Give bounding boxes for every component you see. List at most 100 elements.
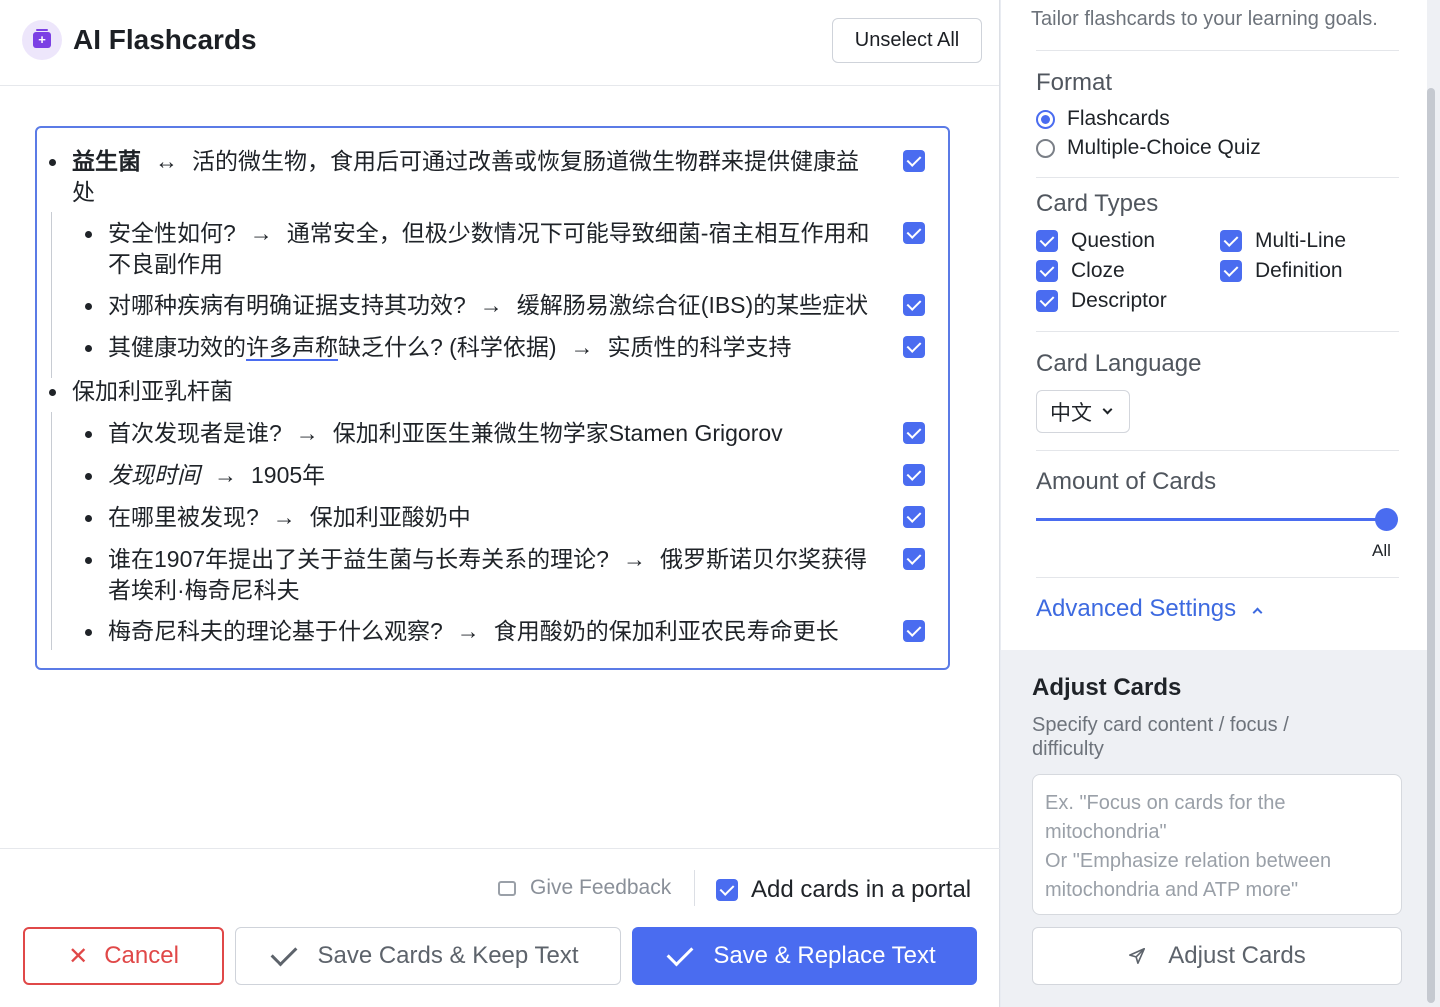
card-back: 实质性的科学支持 xyxy=(607,334,792,360)
list-item: 发现时间 → 1905年 xyxy=(85,460,880,491)
save-keep-text-button[interactable]: Save Cards & Keep Text xyxy=(235,927,621,985)
list-item: 首次发现者是谁? → 保加利亚医生兼微生物学家Stamen Grigorov xyxy=(85,418,880,449)
list-item: 梅奇尼科夫的理论基于什么观察? → 食用酸奶的保加利亚农民寿命更长 xyxy=(85,616,880,647)
card-front: 益生菌 xyxy=(72,148,141,174)
checkbox[interactable] xyxy=(1220,230,1242,252)
card-type-multi-line[interactable]: Multi-Line xyxy=(1220,229,1346,253)
adjust-button-label: Adjust Cards xyxy=(1168,942,1306,969)
language-select[interactable]: 中文 xyxy=(1036,390,1130,433)
checkbox[interactable] xyxy=(1036,260,1058,282)
amount-slider-track[interactable] xyxy=(1036,518,1386,521)
card-types-title: Card Types xyxy=(1036,190,1159,217)
card-checkbox[interactable] xyxy=(903,150,925,172)
card-checkbox[interactable] xyxy=(903,506,925,528)
card-front: 对哪种疾病有明确证据支持其功效? xyxy=(108,292,466,318)
portal-checkbox[interactable] xyxy=(716,879,738,901)
card-type-cloze[interactable]: Cloze xyxy=(1036,259,1125,283)
advanced-settings-toggle[interactable]: Advanced Settings xyxy=(1036,595,1263,623)
card-checkbox[interactable] xyxy=(903,620,925,642)
card-type-label: Descriptor xyxy=(1071,289,1167,312)
format-option-quiz[interactable]: Multiple-Choice Quiz xyxy=(1036,136,1261,160)
format-title: Format xyxy=(1036,69,1113,96)
language-value: 中文 xyxy=(1050,401,1092,425)
cancel-label: Cancel xyxy=(104,942,179,969)
cards-list: 益生菌 ↔ 活的微生物，食用后可通过改善或恢复肠道微生物群来提供健康益处 安全性如何… xyxy=(35,126,950,670)
card-back: 保加利亚酸奶中 xyxy=(309,504,471,530)
flashcards-icon: + xyxy=(22,20,62,60)
checkbox[interactable] xyxy=(1036,230,1058,252)
card-checkbox[interactable] xyxy=(903,548,925,570)
card-front: 安全性如何? xyxy=(108,220,236,246)
card-front: 谁在1907年提出了关于益生菌与长寿关系的理论? xyxy=(108,546,609,572)
amount-slider-handle[interactable] xyxy=(1375,508,1398,531)
cancel-button[interactable]: ✕ Cancel xyxy=(23,927,224,985)
close-icon: ✕ xyxy=(68,942,89,970)
card-front: 在哪里被发现? xyxy=(108,504,259,530)
save-replace-text-button[interactable]: Save & Replace Text xyxy=(632,927,977,985)
card-type-label: Multi-Line xyxy=(1255,229,1347,252)
feedback-label: Give Feedback xyxy=(530,876,672,899)
card-back: 保加利亚医生兼微生物学家Stamen Grigorov xyxy=(332,420,783,446)
card-type-question[interactable]: Question xyxy=(1036,229,1155,253)
settings-intro: Tailor flashcards to your learning goals… xyxy=(1031,8,1378,30)
card-back: 缓解肠易激综合征(IBS)的某些症状 xyxy=(516,292,869,318)
card-back: 食用酸奶的保加利亚农民寿命更长 xyxy=(493,618,839,644)
card-front: 其健康功效的 xyxy=(108,334,246,360)
settings-panel: Tailor flashcards to your learning goals… xyxy=(1001,0,1427,650)
checkbox[interactable] xyxy=(1220,260,1242,282)
card-type-label: Cloze xyxy=(1071,259,1125,282)
portal-label: Add cards in a portal xyxy=(751,876,972,903)
amount-value: All xyxy=(1372,541,1391,560)
card-checkbox[interactable] xyxy=(903,336,925,358)
card-type-descriptor[interactable]: Descriptor xyxy=(1036,289,1167,313)
list-item: 安全性如何? → 通常安全，但极少数情况下可能导致细菌-宿主相互作用和不良副作用 xyxy=(85,218,880,280)
amount-title: Amount of Cards xyxy=(1036,468,1217,495)
tree-line xyxy=(51,212,52,378)
page-title: AI Flashcards xyxy=(73,24,257,55)
adjust-instructions-input[interactable]: Ex. "Focus on cards for the mitochondria… xyxy=(1032,774,1402,915)
give-feedback-link[interactable]: Give Feedback xyxy=(498,876,671,900)
divider xyxy=(1036,331,1399,332)
checkbox[interactable] xyxy=(1036,290,1058,312)
adjust-cards-button[interactable]: Adjust Cards xyxy=(1032,927,1402,985)
chevron-down-icon xyxy=(1102,404,1113,415)
unselect-all-button[interactable]: Unselect All xyxy=(832,18,982,63)
format-option-flashcards[interactable]: Flashcards xyxy=(1036,107,1170,131)
card-checkbox[interactable] xyxy=(903,222,925,244)
divider xyxy=(1036,450,1399,451)
arrow-icon: → xyxy=(479,292,503,318)
card-checkbox[interactable] xyxy=(903,422,925,444)
check-icon xyxy=(666,939,694,967)
arrow-icon: → xyxy=(456,618,480,644)
add-in-portal-toggle[interactable]: Add cards in a portal xyxy=(716,876,971,904)
card-front: 缺乏什么? (科学依据) xyxy=(338,334,557,360)
panel-header: + AI Flashcards Unselect All xyxy=(0,0,999,86)
card-front: 梅奇尼科夫的理论基于什么观察? xyxy=(108,618,443,644)
list-item: 谁在1907年提出了关于益生菌与长寿关系的理论? → 俄罗斯诺贝尔奖获得者埃利·梅奇… xyxy=(85,544,880,606)
relation-icon: ↔ xyxy=(155,148,178,174)
arrow-icon: → xyxy=(214,462,237,488)
chevron-up-icon xyxy=(1252,607,1263,617)
divider xyxy=(1036,177,1399,178)
card-front: 保加利亚乳杆菌 xyxy=(72,378,233,404)
radio-icon[interactable] xyxy=(1036,138,1055,158)
list-item: 其健康功效的许多声称缺乏什么? (科学依据) → 实质性的科学支持 xyxy=(85,332,905,363)
advanced-label: Advanced Settings xyxy=(1036,595,1237,622)
settings-sidebar: Tailor flashcards to your learning goals… xyxy=(1001,0,1440,1007)
highlighted-text[interactable]: 许多声称 xyxy=(246,334,338,360)
option-label: Multiple-Choice Quiz xyxy=(1067,136,1261,159)
card-checkbox[interactable] xyxy=(903,464,925,486)
arrow-icon: → xyxy=(249,220,273,246)
card-checkbox[interactable] xyxy=(903,294,925,316)
radio-selected-icon[interactable] xyxy=(1036,109,1055,129)
adjust-title: Adjust Cards xyxy=(1032,674,1182,701)
check-icon xyxy=(271,939,298,967)
arrow-icon: → xyxy=(622,546,646,572)
card-type-label: Question xyxy=(1071,229,1156,252)
scrollbar[interactable] xyxy=(1427,88,1435,1003)
arrow-icon: → xyxy=(295,420,319,446)
card-type-label: Definition xyxy=(1255,259,1343,282)
footer-divider xyxy=(0,848,1000,849)
list-item: 对哪种疾病有明确证据支持其功效? → 缓解肠易激综合征(IBS)的某些症状 xyxy=(85,290,905,321)
card-type-definition[interactable]: Definition xyxy=(1220,259,1343,283)
